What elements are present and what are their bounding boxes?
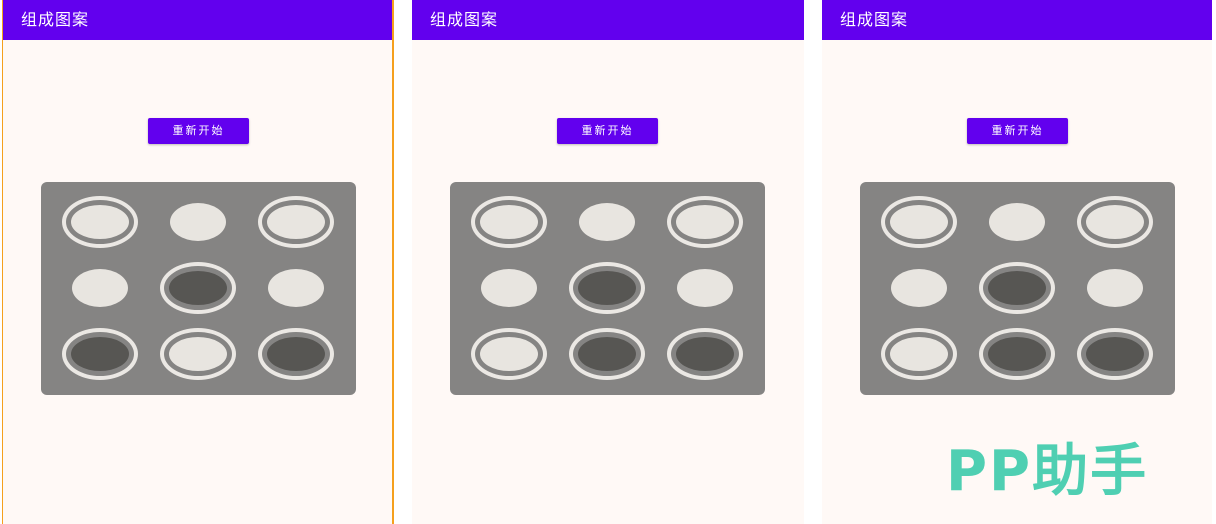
pattern-cell-fill: [986, 335, 1048, 373]
pattern-cell-fill: [888, 203, 950, 241]
restart-button[interactable]: 重新开始: [557, 118, 658, 144]
pattern-cell-ringed-dark[interactable]: [569, 262, 645, 314]
pattern-cell-ringed-dark[interactable]: [62, 328, 138, 380]
pattern-cell-fill: [674, 335, 736, 373]
pattern-cell-ringed-light[interactable]: [471, 196, 547, 248]
pattern-cell-fill: [265, 335, 327, 373]
pattern-cell-fill: [674, 203, 736, 241]
pattern-cell-fill: [69, 203, 131, 241]
pattern-cell-fill: [265, 203, 327, 241]
pattern-cell-fill: [1084, 203, 1146, 241]
restart-button[interactable]: 重新开始: [967, 118, 1068, 144]
pp-assistant-watermark: PP助手: [946, 439, 1149, 504]
pattern-cell-fill: [1084, 335, 1146, 373]
pattern-cell-ringed-dark[interactable]: [258, 328, 334, 380]
pattern-cell-ringed-light[interactable]: [160, 328, 236, 380]
pattern-cell-ringed-light[interactable]: [1077, 196, 1153, 248]
restart-button[interactable]: 重新开始: [148, 118, 249, 144]
pattern-cell-ringed-light[interactable]: [62, 196, 138, 248]
pattern-cell-plain[interactable]: [891, 269, 947, 307]
pattern-board: [41, 182, 356, 395]
pattern-board: [860, 182, 1175, 395]
pattern-cell-fill: [478, 203, 540, 241]
pattern-cell-plain[interactable]: [579, 203, 635, 241]
pattern-cell-ringed-light[interactable]: [667, 196, 743, 248]
screen-1: 组成图案 重新开始: [2, 0, 394, 524]
pattern-cell-plain[interactable]: [1087, 269, 1143, 307]
pattern-cell-fill: [478, 335, 540, 373]
pattern-cell-fill: [576, 269, 638, 307]
pattern-cell-plain[interactable]: [677, 269, 733, 307]
pattern-cell-ringed-light[interactable]: [881, 328, 957, 380]
pattern-cell-plain[interactable]: [72, 269, 128, 307]
app-bar-title: 组成图案: [822, 0, 1212, 40]
pattern-cell-ringed-dark[interactable]: [667, 328, 743, 380]
pattern-cell-fill: [69, 335, 131, 373]
pattern-cell-plain[interactable]: [989, 203, 1045, 241]
pattern-cell-ringed-dark[interactable]: [979, 262, 1055, 314]
app-bar-title: 组成图案: [412, 0, 804, 40]
pattern-cell-plain[interactable]: [268, 269, 324, 307]
pattern-cell-ringed-light[interactable]: [471, 328, 547, 380]
pattern-cell-plain[interactable]: [170, 203, 226, 241]
pattern-cell-fill: [167, 269, 229, 307]
pattern-cell-fill: [986, 269, 1048, 307]
pattern-cell-fill: [888, 335, 950, 373]
pattern-cell-ringed-light[interactable]: [258, 196, 334, 248]
pattern-cell-ringed-light[interactable]: [881, 196, 957, 248]
pattern-cell-fill: [167, 335, 229, 373]
screen-2: 组成图案 重新开始: [412, 0, 804, 524]
pattern-cell-plain[interactable]: [481, 269, 537, 307]
pattern-cell-ringed-dark[interactable]: [1077, 328, 1153, 380]
pattern-cell-ringed-dark[interactable]: [569, 328, 645, 380]
pattern-cell-fill: [576, 335, 638, 373]
pattern-cell-ringed-dark[interactable]: [979, 328, 1055, 380]
app-bar-title: 组成图案: [3, 0, 392, 40]
pattern-cell-ringed-dark[interactable]: [160, 262, 236, 314]
pattern-board: [450, 182, 765, 395]
